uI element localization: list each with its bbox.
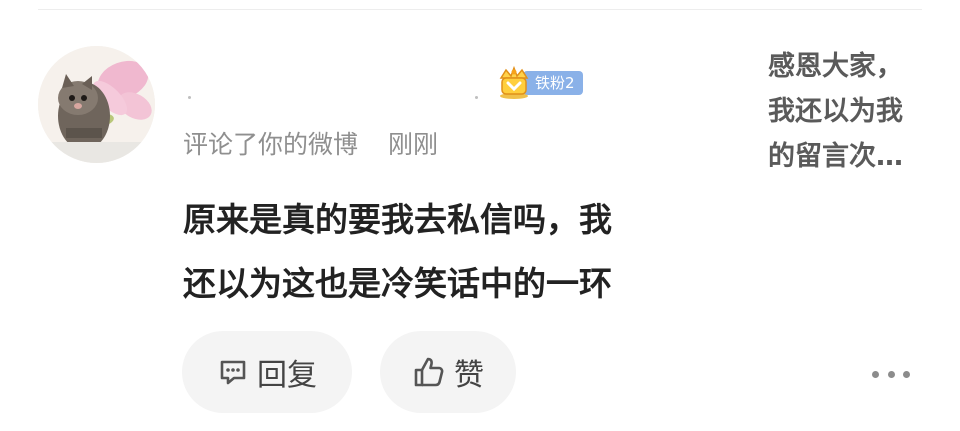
comment-line: 还以为这也是冷笑话中的一环 <box>183 264 612 303</box>
kitten-avatar-image <box>38 46 155 163</box>
top-divider <box>38 9 922 10</box>
fan-crown-icon <box>499 66 529 99</box>
original-post-line: 的留言次… <box>768 141 903 172</box>
original-post-preview[interactable]: 感恩大家， 我还以为我 的留言次… <box>768 44 933 179</box>
thumbs-up-icon <box>414 357 444 387</box>
avatar[interactable] <box>38 46 155 163</box>
comment-bubble-icon <box>220 360 246 385</box>
original-post-line: 感恩大家， <box>768 51 903 82</box>
more-dots-icon[interactable] <box>872 362 910 386</box>
comment-meta: 评论了你的微博 刚刚 <box>183 126 438 160</box>
reply-button[interactable]: 回复 <box>182 331 352 413</box>
original-post-line: 我还以为我 <box>768 96 903 127</box>
timestamp: 刚刚 <box>388 130 439 159</box>
comment-line: 原来是真的要我去私信吗，我 <box>183 200 612 239</box>
fan-badge: 铁粉2 <box>495 66 583 100</box>
reply-label: 回复 <box>257 358 317 393</box>
comment-text[interactable]: 原来是真的要我去私信吗，我 还以为这也是冷笑话中的一环 <box>183 188 743 316</box>
like-label: 赞 <box>454 358 484 393</box>
action-text: 评论了你的微博 <box>183 130 359 159</box>
like-button[interactable]: 赞 <box>380 331 516 413</box>
notification-item: 铁粉2 评论了你的微博 刚刚 原来是真的要我去私信吗，我 还以为这也是冷笑话中的… <box>0 0 960 431</box>
username[interactable] <box>188 96 478 100</box>
